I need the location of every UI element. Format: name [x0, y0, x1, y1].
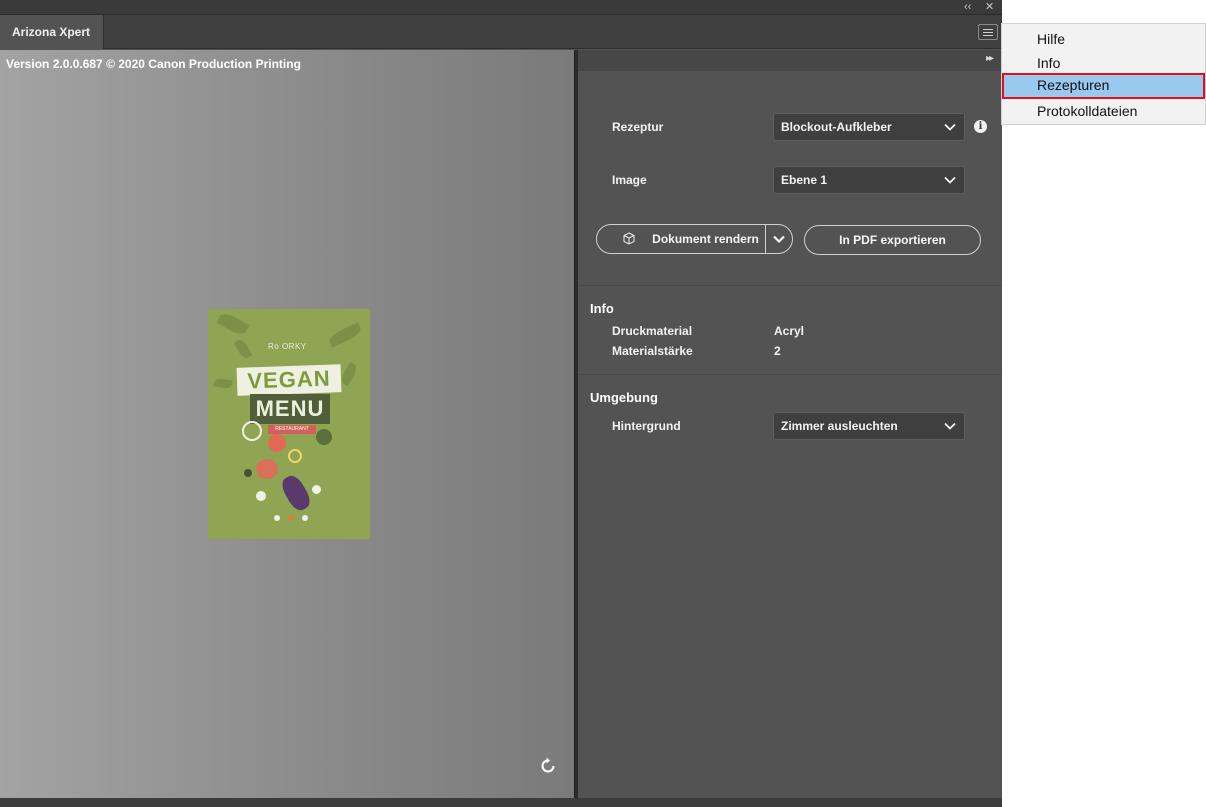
render-preview-area[interactable]: Version 2.0.0.687 © 2020 Canon Productio… — [0, 50, 574, 798]
background-select[interactable]: Zimmer ausleuchten — [773, 412, 965, 440]
menu-item-rezepturen[interactable]: Rezepturen — [1002, 73, 1205, 99]
image-label: Image — [612, 173, 647, 187]
menu-item-hilfe[interactable]: Hilfe — [1002, 27, 1205, 51]
menu-item-info[interactable]: Info — [1002, 51, 1205, 75]
divider — [578, 285, 1002, 286]
materialstaerke-label: Materialstärke — [612, 344, 693, 358]
rezeptur-label: Rezeptur — [612, 120, 664, 134]
background-select-value: Zimmer ausleuchten — [781, 419, 898, 433]
environment-section-title: Umgebung — [590, 390, 658, 405]
poster-title-vegan: VEGAN — [236, 364, 342, 396]
materialstaerke-value: 2 — [774, 344, 781, 358]
version-text: Version 2.0.0.687 © 2020 Canon Productio… — [6, 57, 301, 71]
render-button-label: Dokument rendern — [652, 232, 759, 246]
druckmaterial-label: Druckmaterial — [612, 324, 693, 338]
collapse-panel-button[interactable]: ‹‹ — [964, 0, 971, 15]
image-select[interactable]: Ebene 1 — [773, 166, 965, 194]
flyout-menu-icon[interactable] — [978, 24, 998, 40]
close-panel-button[interactable]: ✕ — [985, 0, 994, 15]
druckmaterial-value: Acryl — [774, 324, 805, 338]
chevron-down-icon — [944, 422, 956, 430]
reset-view-icon[interactable] — [537, 755, 559, 777]
flyout-menu: Hilfe Info Rezepturen Protokolldateien — [1001, 23, 1206, 125]
document-preview-image: Ro ORKY VEGAN MENU RESTAURANT — [208, 309, 370, 539]
menu-item-protokolldateien[interactable]: Protokolldateien — [1002, 99, 1205, 123]
poster-brand-text: Ro ORKY — [268, 342, 307, 351]
chevron-down-icon[interactable] — [772, 232, 786, 246]
info-section-title: Info — [590, 301, 614, 316]
poster-title-menu: MENU — [250, 394, 330, 424]
tab-arizona-xpert[interactable]: Arizona Xpert — [0, 15, 104, 49]
cube-icon — [623, 232, 635, 245]
panel-bottom-bar — [0, 798, 1002, 807]
rezeptur-info-icon[interactable]: i — [974, 120, 987, 133]
panel-tab-row: Arizona Xpert — [0, 15, 1002, 49]
rezeptur-select[interactable]: Blockout-Aufkleber — [773, 113, 965, 141]
rezeptur-select-value: Blockout-Aufkleber — [781, 120, 892, 134]
image-select-value: Ebene 1 — [781, 173, 828, 187]
background-label: Hintergrund — [612, 419, 681, 433]
panel-title-bar: ‹‹ ✕ — [0, 0, 1002, 15]
arizona-xpert-panel: ‹‹ ✕ Arizona Xpert Version 2.0.0.687 © 2… — [0, 0, 1002, 807]
chevron-down-icon — [944, 176, 956, 184]
chevron-down-icon — [944, 123, 956, 131]
settings-panel: ▸▸ Rezeptur Blockout-Aufkleber i Image E… — [578, 50, 1002, 798]
render-document-button[interactable]: Dokument rendern — [596, 224, 793, 254]
export-pdf-button[interactable]: In PDF exportieren — [804, 225, 981, 255]
poster-tag: RESTAURANT — [268, 425, 316, 434]
collapse-settings-button[interactable]: ▸▸ — [986, 53, 994, 64]
settings-header: ▸▸ — [578, 50, 1002, 71]
divider — [578, 374, 1002, 375]
